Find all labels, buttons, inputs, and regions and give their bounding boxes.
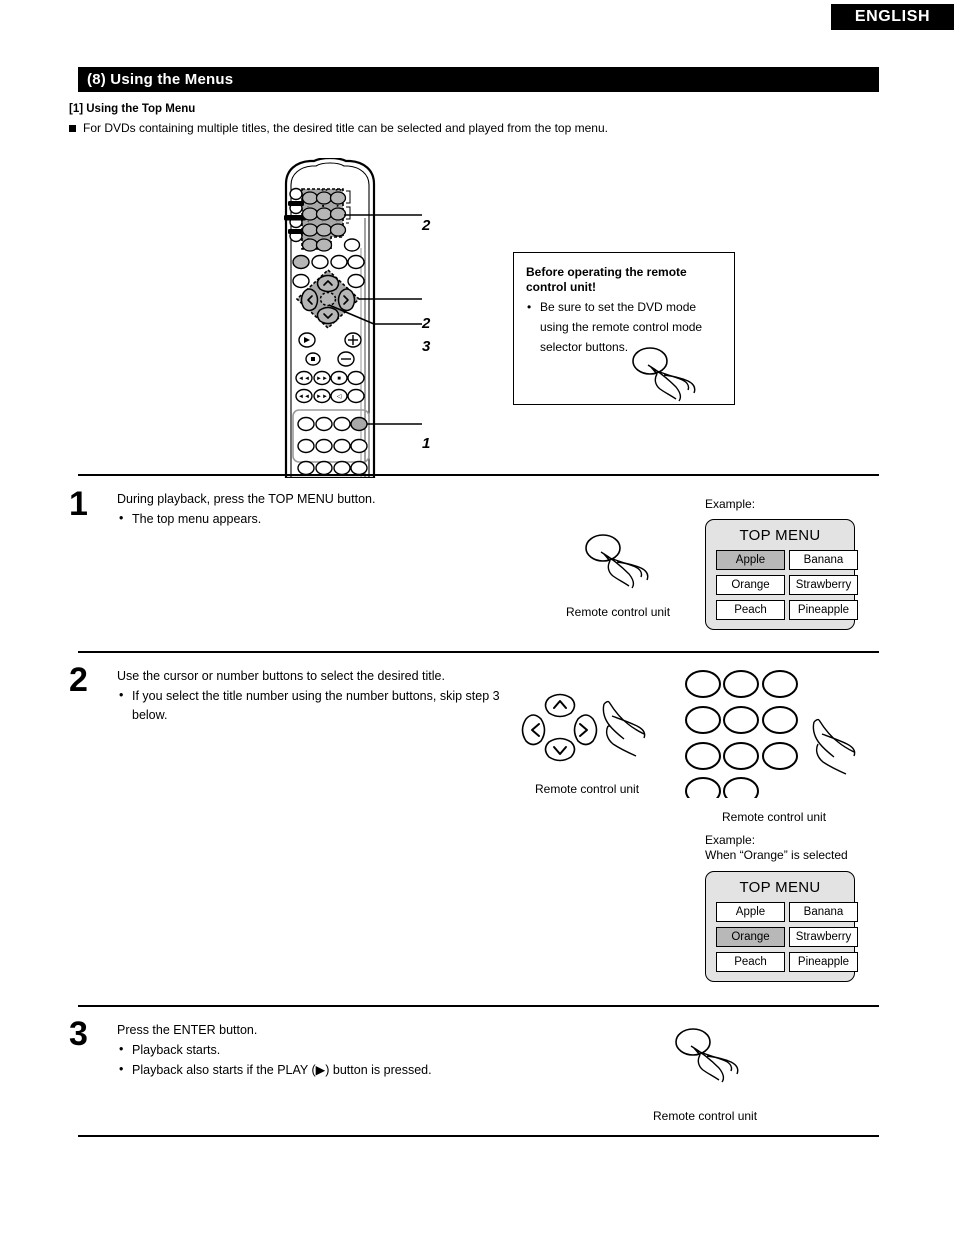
- intro-bullet-row: For DVDs containing multiple titles, the…: [69, 121, 608, 135]
- svg-text:◄◄: ◄◄: [298, 376, 310, 382]
- top-menu-panel-1: TOP MENU Apple Banana Orange Strawberry …: [705, 519, 858, 630]
- divider-rule-1: [78, 474, 879, 476]
- step-2-bullets: If you select the title number using the…: [117, 686, 507, 725]
- section-title-bar: (8) Using the Menus: [78, 67, 879, 92]
- before-operating-note-box: Before operating the remote control unit…: [513, 252, 735, 405]
- top-menu-item-pineapple-2[interactable]: Pineapple: [789, 952, 858, 972]
- step-2-lead: Use the cursor or number buttons to sele…: [117, 669, 445, 683]
- step-1-number: 1: [69, 485, 88, 523]
- step-2-cursor-caption: Remote control unit: [535, 782, 640, 796]
- step-2-example-label-line1: Example:: [705, 833, 756, 847]
- top-menu-item-peach-2[interactable]: Peach: [716, 952, 785, 972]
- callout-number-numpad: 2: [422, 217, 431, 234]
- step-1-remote-caption: Remote control unit: [566, 605, 671, 619]
- divider-rule-4: [78, 1135, 879, 1137]
- svg-text:■: ■: [337, 376, 341, 382]
- top-menu-item-apple-2[interactable]: Apple: [716, 902, 785, 922]
- step-3-pressing-hand-icon: [675, 1028, 739, 1083]
- step-3-number: 3: [69, 1015, 88, 1053]
- svg-text:·: ·: [322, 219, 323, 224]
- step-1-example-label: Example:: [705, 497, 756, 511]
- svg-text:◄◄: ◄◄: [320, 187, 328, 192]
- cursor-up-button: [316, 274, 340, 293]
- divider-rule-3: [78, 1005, 879, 1007]
- step-2-numpad-caption: Remote control unit: [722, 810, 827, 824]
- svg-text:►►: ►►: [335, 187, 343, 192]
- top-menu-grid-1: Apple Banana Orange Strawberry Peach Pin…: [716, 550, 858, 620]
- step-3-remote-caption: Remote control unit: [653, 1109, 758, 1123]
- cursor-right-button: [337, 288, 356, 312]
- svg-text:·: ·: [322, 235, 323, 240]
- step-2-cursor-pad-illustration: [521, 693, 646, 762]
- step-1-lead: During playback, press the TOP MENU butt…: [117, 492, 376, 506]
- enter-button: [319, 291, 337, 307]
- step-3-lead: Press the ENTER button.: [117, 1023, 258, 1037]
- top-menu-title-2: TOP MENU: [739, 879, 821, 896]
- top-menu-item-apple-1[interactable]: Apple: [716, 550, 785, 570]
- square-bullet-icon: [69, 125, 76, 132]
- cursor-left-button: [300, 288, 319, 312]
- svg-text:◄◄: ◄◄: [298, 394, 310, 400]
- subsection-title: [1] Using the Top Menu: [69, 103, 196, 115]
- top-menu-item-banana-1[interactable]: Banana: [789, 550, 858, 570]
- svg-text:►: ►: [336, 203, 340, 208]
- svg-text:►►: ►►: [316, 394, 328, 400]
- step-2-number: 2: [69, 661, 88, 699]
- cursor-down-button: [316, 306, 340, 325]
- step-2-example-label-line2: When “Orange” is selected: [705, 848, 848, 862]
- top-menu-item-strawberry-2[interactable]: Strawberry: [789, 927, 858, 947]
- cursor-down-button-illustration: [544, 737, 576, 762]
- step-3-bullet-1: Playback also starts if the PLAY (▶) but…: [117, 1060, 537, 1080]
- top-menu-item-strawberry-1[interactable]: Strawberry: [789, 575, 858, 595]
- top-menu-item-banana-2[interactable]: Banana: [789, 902, 858, 922]
- step-2-body: Use the cursor or number buttons to sele…: [117, 667, 507, 726]
- top-menu-item-pineapple-1[interactable]: Pineapple: [789, 600, 858, 620]
- remote-misc-buttons-row: [343, 238, 361, 252]
- language-tab: ENGLISH: [831, 4, 954, 30]
- callout-number-cursor: 2: [422, 315, 431, 332]
- svg-text:◁: ◁: [337, 394, 342, 400]
- step-2-number-pad-illustration: [685, 670, 856, 798]
- top-menu-panel-2: TOP MENU Apple Banana Orange Strawberry …: [705, 871, 858, 982]
- top-menu-button: [350, 416, 368, 432]
- top-menu-item-peach-1[interactable]: Peach: [716, 600, 785, 620]
- svg-text:·: ·: [336, 219, 337, 224]
- step-3-bullets: Playback starts. Playback also starts if…: [117, 1040, 537, 1080]
- svg-text:►►: ►►: [316, 376, 328, 382]
- top-menu-title-1: TOP MENU: [739, 527, 821, 544]
- remote-control-illustration: + ◄◄ ►► – ■ ► + · · – · ◄◄ ►► ■ ◄◄ ►► ◁: [262, 156, 462, 483]
- step-2-bullet-0: If you select the title number using the…: [117, 686, 507, 725]
- step-1-bullets: The top menu appears.: [117, 509, 507, 529]
- cursor-up-button-illustration: [544, 693, 576, 718]
- intro-bullet-text: For DVDs containing multiple titles, the…: [83, 121, 608, 135]
- top-menu-item-orange-2[interactable]: Orange: [716, 927, 785, 947]
- callout-number-enter: 3: [422, 338, 431, 355]
- top-menu-item-orange-1[interactable]: Orange: [716, 575, 785, 595]
- step-3-bullet-0: Playback starts.: [117, 1040, 537, 1060]
- step-1-pressing-hand-icon: [585, 534, 649, 589]
- remote-control-svg: + ◄◄ ►► – ■ ► + · · – · ◄◄ ►► ■ ◄◄ ►► ◁: [284, 156, 422, 480]
- callout-number-topmenu: 1: [422, 435, 431, 452]
- step-3-body: Press the ENTER button. Playback starts.…: [117, 1021, 537, 1081]
- top-menu-grid-2: Apple Banana Orange Strawberry Peach Pin…: [716, 902, 858, 972]
- step-1-body: During playback, press the TOP MENU butt…: [117, 490, 507, 530]
- step-1-bullet-0: The top menu appears.: [117, 509, 507, 529]
- divider-rule-2: [78, 651, 879, 653]
- pressing-hand-icon: [632, 347, 696, 402]
